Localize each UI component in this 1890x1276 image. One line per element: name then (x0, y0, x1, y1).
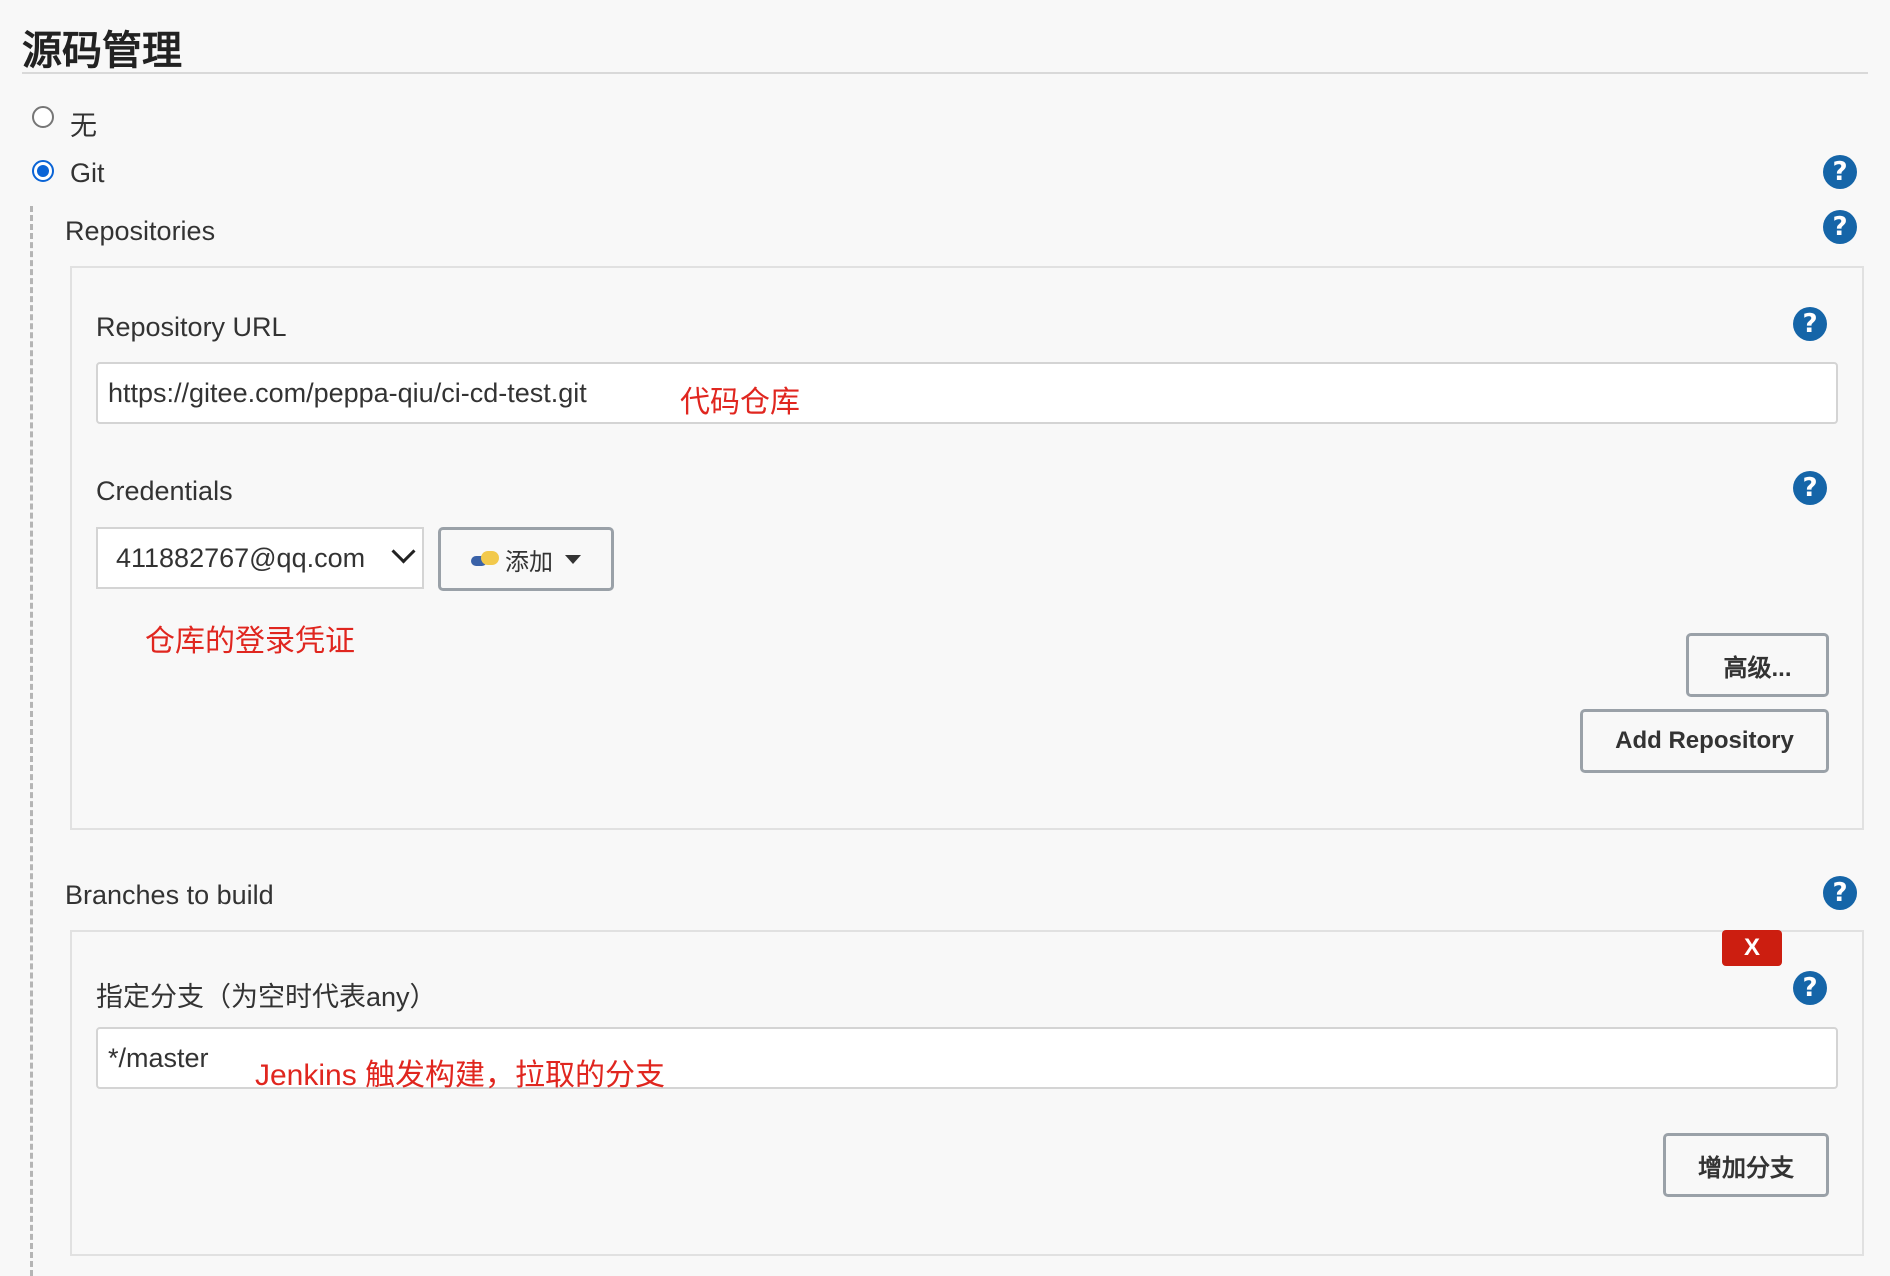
branches-heading: Branches to build (65, 880, 274, 910)
title-divider (22, 72, 1868, 74)
add-credentials-button[interactable]: 添加 (438, 527, 614, 591)
chevron-down-icon (391, 539, 416, 564)
add-repository-button[interactable]: Add Repository (1580, 709, 1829, 773)
git-section-guide (30, 206, 33, 1276)
radio-git-label: Git (70, 158, 105, 188)
repository-url-label: Repository URL (96, 312, 287, 342)
git-help-icon[interactable]: ? (1823, 155, 1857, 189)
caret-down-icon (565, 554, 581, 564)
branch-specifier-value: */master (108, 1043, 209, 1073)
repository-url-help-icon[interactable]: ? (1793, 307, 1827, 341)
section-title: 源码管理 (22, 29, 182, 73)
radio-none-label: 无 (70, 111, 97, 141)
repositories-heading: Repositories (65, 216, 216, 246)
credentials-help-icon[interactable]: ? (1793, 471, 1827, 505)
credentials-annotation: 仓库的登录凭证 (145, 625, 355, 658)
repository-url-input[interactable]: https://gitee.com/peppa-qiu/ci-cd-test.g… (96, 362, 1838, 424)
radio-none[interactable] (32, 106, 54, 128)
repository-url-annotation: 代码仓库 (680, 386, 800, 419)
advanced-button[interactable]: 高级... (1686, 633, 1829, 697)
credentials-selected-value: 411882767@qq.com (116, 542, 366, 573)
branch-specifier-label: 指定分支（为空时代表any） (96, 982, 437, 1012)
branch-annotation: Jenkins 触发构建，拉取的分支 (255, 1059, 666, 1092)
key-icon (471, 548, 501, 570)
repository-url-value: https://gitee.com/peppa-qiu/ci-cd-test.g… (108, 377, 587, 408)
branch-specifier-help-icon[interactable]: ? (1793, 971, 1827, 1005)
branches-help-icon[interactable]: ? (1823, 876, 1857, 910)
credentials-select[interactable]: 411882767@qq.com (96, 527, 424, 589)
add-credentials-label: 添加 (505, 548, 553, 576)
repositories-help-icon[interactable]: ? (1823, 210, 1857, 244)
add-branch-button[interactable]: 增加分支 (1663, 1133, 1829, 1197)
credentials-label: Credentials (96, 476, 233, 506)
delete-branch-button[interactable]: X (1722, 930, 1782, 966)
radio-git[interactable] (32, 160, 54, 182)
